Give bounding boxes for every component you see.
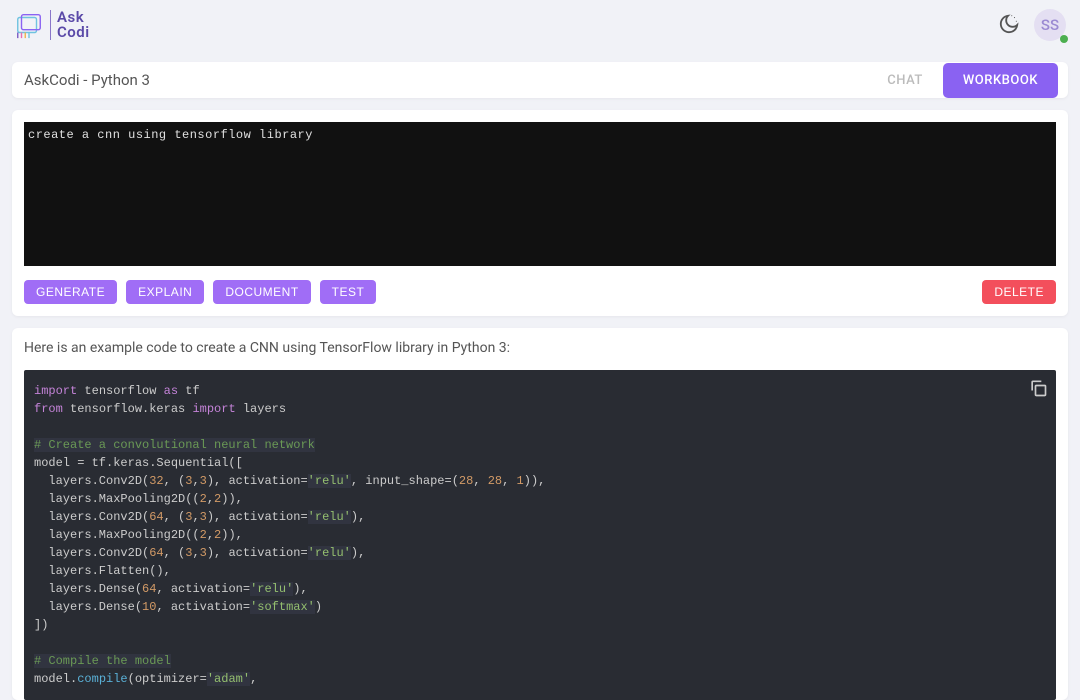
prompt-input[interactable]: [24, 122, 1056, 266]
code-block: import tensorflow as tf from tensorflow.…: [24, 370, 1056, 700]
generate-button[interactable]: GENERATE: [24, 280, 117, 304]
logo-mark-icon: [14, 10, 44, 40]
page-title: AskCodi - Python 3: [22, 71, 867, 89]
avatar[interactable]: SS: [1034, 9, 1066, 41]
code-content: import tensorflow as tf from tensorflow.…: [34, 382, 1046, 688]
header: Ask Codi SS: [0, 0, 1080, 50]
result-card: Here is an example code to create a CNN …: [12, 328, 1068, 700]
delete-button[interactable]: DELETE: [982, 280, 1056, 304]
tab-chat[interactable]: CHAT: [867, 73, 943, 88]
copy-icon[interactable]: [1028, 378, 1048, 402]
prompt-card: GENERATE EXPLAIN DOCUMENT TEST DELETE: [12, 110, 1068, 316]
logo-text: Ask Codi: [50, 10, 90, 40]
theme-toggle-icon[interactable]: [998, 13, 1022, 37]
test-button[interactable]: TEST: [320, 280, 377, 304]
tabs-bar: AskCodi - Python 3 CHAT WORKBOOK: [12, 62, 1068, 98]
header-right: SS: [998, 9, 1066, 41]
action-row: GENERATE EXPLAIN DOCUMENT TEST DELETE: [24, 280, 1056, 304]
logo-text-line2: Codi: [57, 25, 90, 40]
tab-workbook[interactable]: WORKBOOK: [943, 63, 1058, 98]
avatar-initials: SS: [1041, 16, 1059, 34]
document-button[interactable]: DOCUMENT: [213, 280, 310, 304]
logo[interactable]: Ask Codi: [14, 10, 90, 40]
explain-button[interactable]: EXPLAIN: [126, 280, 204, 304]
result-description: Here is an example code to create a CNN …: [24, 340, 1056, 356]
